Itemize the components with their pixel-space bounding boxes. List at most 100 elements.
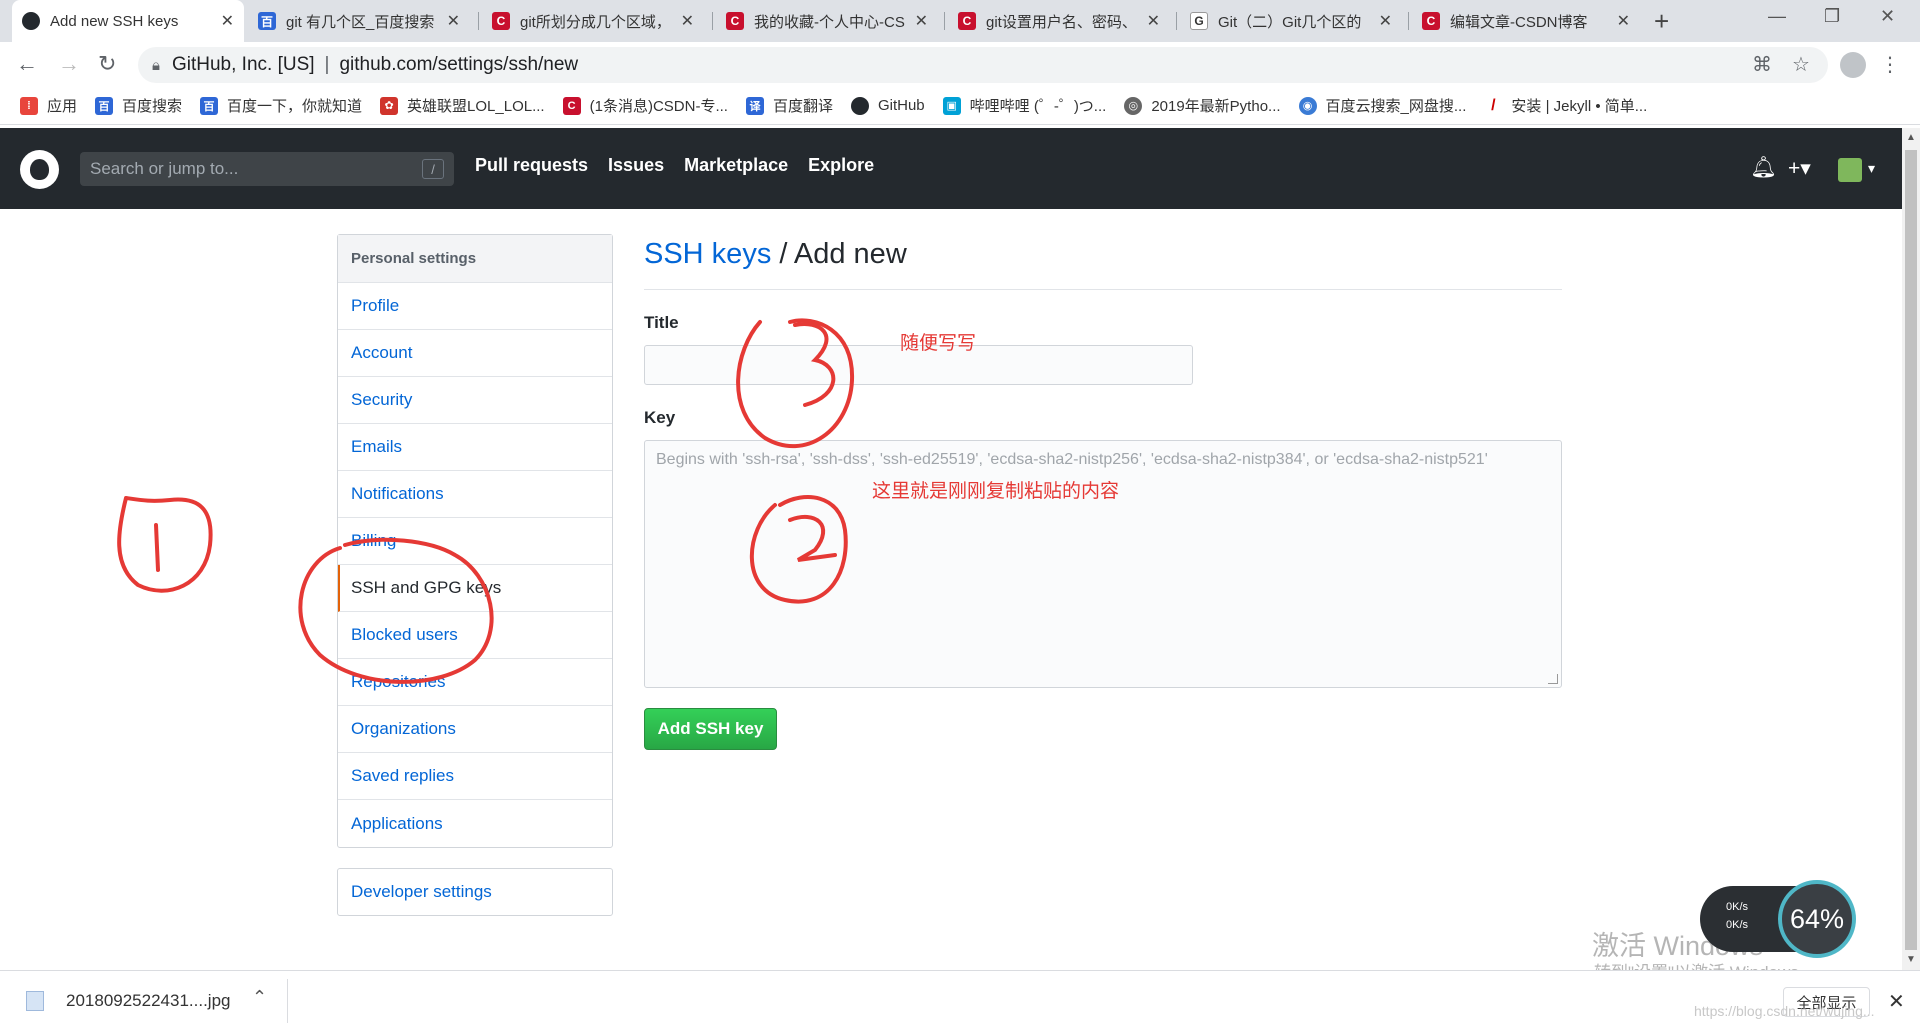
tab-divider bbox=[1176, 12, 1177, 30]
nav-issues[interactable]: Issues bbox=[608, 155, 664, 176]
apps-grid-icon: ⁞ bbox=[20, 96, 38, 115]
bookmark-label: 哔哩哔哩 (゜-゜)つ... bbox=[969, 98, 1107, 115]
close-icon[interactable]: ✕ bbox=[221, 11, 234, 31]
menu-item-profile[interactable]: Profile bbox=[338, 283, 612, 330]
site-identity: GitHub, Inc. [US] bbox=[171, 54, 315, 75]
reload-icon[interactable]: ↻ bbox=[98, 51, 116, 77]
bookmark-item[interactable]: ◉ 百度云搜索_网盘搜... bbox=[1298, 95, 1467, 116]
github-logo-icon[interactable] bbox=[20, 150, 59, 189]
bookmark-item[interactable]: GitHub bbox=[850, 96, 925, 115]
close-icon[interactable]: ✕ bbox=[681, 11, 694, 31]
menu-item-emails[interactable]: Emails bbox=[338, 424, 612, 471]
menu-item-billing[interactable]: Billing bbox=[338, 518, 612, 565]
bookmark-label: (1条消息)CSDN-专... bbox=[589, 98, 728, 115]
window-close-icon[interactable]: ✕ bbox=[1880, 6, 1895, 27]
search-icon: ◉ bbox=[1298, 96, 1317, 115]
download-filename: 2018092522431....jpg bbox=[66, 991, 231, 1010]
numeral-1-mark bbox=[154, 523, 160, 572]
source-url-watermark: https://blog.csdn.net/wujing... bbox=[1694, 1003, 1875, 1019]
download-item[interactable]: 2018092522431....jpg bbox=[26, 991, 231, 1011]
menu-header: Personal settings bbox=[338, 235, 612, 283]
back-icon[interactable]: ← bbox=[16, 51, 38, 77]
bell-icon[interactable]: 🔔︎ bbox=[1750, 156, 1777, 180]
search-input[interactable]: Search or jump to... / bbox=[80, 152, 454, 186]
bookmark-label: 2019年最新Pytho... bbox=[1151, 98, 1281, 115]
menu-item-blocked-users[interactable]: Blocked users bbox=[338, 612, 612, 659]
page-scrollbar[interactable]: ▲ ▼ bbox=[1902, 128, 1920, 970]
csdn-icon: C bbox=[726, 12, 744, 30]
tab-strip: Add new SSH keys ✕ 百 git 有几个区_百度搜索 ✕ C g… bbox=[0, 0, 1920, 42]
bookmark-item[interactable]: 百 百度搜索 bbox=[95, 95, 182, 116]
address-bar[interactable]: 🔒︎ GitHub, Inc. [US] | github.com/settin… bbox=[138, 47, 1828, 83]
tab-title: 编辑文章-CSDN博客 bbox=[1450, 13, 1588, 31]
bookmark-label: 应用 bbox=[47, 98, 78, 115]
tab-title: git所划分成几个区域， bbox=[520, 13, 671, 31]
tab-csdn-2[interactable]: C 我的收藏-个人中心-CS ✕ bbox=[716, 0, 938, 42]
page-title: SSH keys / Add new bbox=[644, 238, 1562, 290]
bookmark-apps[interactable]: ⁞ 应用 bbox=[20, 95, 77, 116]
close-icon[interactable]: ✕ bbox=[1617, 11, 1630, 31]
tab-git-areas[interactable]: G Git（二）Git几个区的 ✕ bbox=[1180, 0, 1402, 42]
chevron-up-icon[interactable]: ⌃ bbox=[252, 987, 267, 1008]
resize-handle-icon[interactable] bbox=[1548, 674, 1558, 684]
jekyll-icon: / bbox=[1484, 96, 1503, 115]
github-nav: Pull requests Issues Marketplace Explore bbox=[475, 155, 894, 176]
title-label: Title bbox=[644, 313, 679, 332]
close-icon[interactable]: ✕ bbox=[1379, 11, 1392, 31]
plus-dropdown-icon[interactable]: +▾ bbox=[1788, 156, 1811, 181]
menu-item-saved-replies[interactable]: Saved replies bbox=[338, 753, 612, 800]
search-placeholder: Search or jump to... bbox=[90, 159, 239, 178]
tab-csdn-edit[interactable]: C 编辑文章-CSDN博客 ✕ bbox=[1412, 0, 1640, 42]
translate-icon[interactable]: ⌘ bbox=[1752, 52, 1772, 77]
nav-marketplace[interactable]: Marketplace bbox=[684, 155, 788, 176]
bookmark-label: 百度云搜索_网盘搜... bbox=[1325, 98, 1467, 115]
menu-item-developer-settings[interactable]: Developer settings bbox=[337, 868, 613, 916]
lock-icon: 🔒︎ bbox=[152, 56, 160, 74]
menu-item-security[interactable]: Security bbox=[338, 377, 612, 424]
menu-item-ssh-gpg-keys[interactable]: SSH and GPG keys bbox=[338, 565, 612, 612]
tab-title: 我的收藏-个人中心-CS bbox=[754, 13, 905, 31]
bookmark-item[interactable]: ✿ 英雄联盟LOL_LOL... bbox=[380, 95, 545, 116]
restore-icon[interactable]: ❐ bbox=[1824, 6, 1840, 27]
close-icon[interactable]: ✕ bbox=[447, 11, 460, 31]
bookmark-star-icon[interactable]: ☆ bbox=[1792, 52, 1810, 77]
breadcrumb-ssh-keys[interactable]: SSH keys bbox=[644, 238, 771, 270]
close-icon[interactable]: ✕ bbox=[1147, 11, 1160, 31]
scroll-thumb[interactable] bbox=[1905, 150, 1917, 950]
nav-pull-requests[interactable]: Pull requests bbox=[475, 155, 588, 176]
bookmark-label: 百度翻译 bbox=[772, 98, 833, 115]
scroll-down-icon[interactable]: ▼ bbox=[1906, 954, 1916, 965]
profile-avatar[interactable] bbox=[1840, 52, 1866, 78]
close-icon[interactable]: ✕ bbox=[915, 11, 928, 31]
avatar[interactable] bbox=[1838, 158, 1862, 182]
tab-title: Git（二）Git几个区的 bbox=[1218, 13, 1362, 31]
scroll-up-icon[interactable]: ▲ bbox=[1906, 132, 1916, 143]
menu-item-account[interactable]: Account bbox=[338, 330, 612, 377]
bookmark-item[interactable]: ▣ 哔哩哔哩 (゜-゜)つ... bbox=[942, 95, 1107, 116]
add-ssh-key-button[interactable]: Add SSH key bbox=[644, 708, 777, 750]
bookmark-label: 英雄联盟LOL_LOL... bbox=[407, 98, 545, 115]
bilibili-icon: ▣ bbox=[942, 96, 961, 115]
bookmark-item[interactable]: 百 百度一下，你就知道 bbox=[200, 95, 362, 116]
close-icon[interactable]: ✕ bbox=[1888, 989, 1905, 1014]
bookmark-item[interactable]: 译 百度翻译 bbox=[745, 95, 833, 116]
tab-add-ssh-keys[interactable]: Add new SSH keys ✕ bbox=[12, 0, 244, 42]
menu-item-applications[interactable]: Applications bbox=[338, 800, 612, 847]
menu-item-organizations[interactable]: Organizations bbox=[338, 706, 612, 753]
minimize-icon[interactable]: — bbox=[1768, 6, 1786, 27]
annotation-key-note: 这里就是刚刚复制粘贴的内容 bbox=[872, 481, 1120, 502]
github-icon bbox=[22, 12, 40, 30]
bookmark-item[interactable]: C (1条消息)CSDN-专... bbox=[562, 95, 728, 116]
chevron-down-icon[interactable]: ▾ bbox=[1868, 160, 1875, 177]
tab-csdn-3[interactable]: C git设置用户名、密码、 ✕ bbox=[948, 0, 1170, 42]
menu-item-repositories[interactable]: Repositories bbox=[338, 659, 612, 706]
bookmark-item[interactable]: / 安装 | Jekyll • 简单... bbox=[1484, 95, 1647, 116]
nav-explore[interactable]: Explore bbox=[808, 155, 874, 176]
bookmark-item[interactable]: ◎ 2019年最新Pytho... bbox=[1124, 95, 1281, 116]
new-tab-button[interactable]: + bbox=[1654, 6, 1669, 37]
forward-icon[interactable]: → bbox=[58, 51, 80, 77]
menu-item-notifications[interactable]: Notifications bbox=[338, 471, 612, 518]
menu-dots-icon[interactable]: ⋮ bbox=[1880, 52, 1900, 77]
tab-csdn-1[interactable]: C git所划分成几个区域， ✕ bbox=[482, 0, 704, 42]
tab-baidu[interactable]: 百 git 有几个区_百度搜索 ✕ bbox=[248, 0, 470, 42]
